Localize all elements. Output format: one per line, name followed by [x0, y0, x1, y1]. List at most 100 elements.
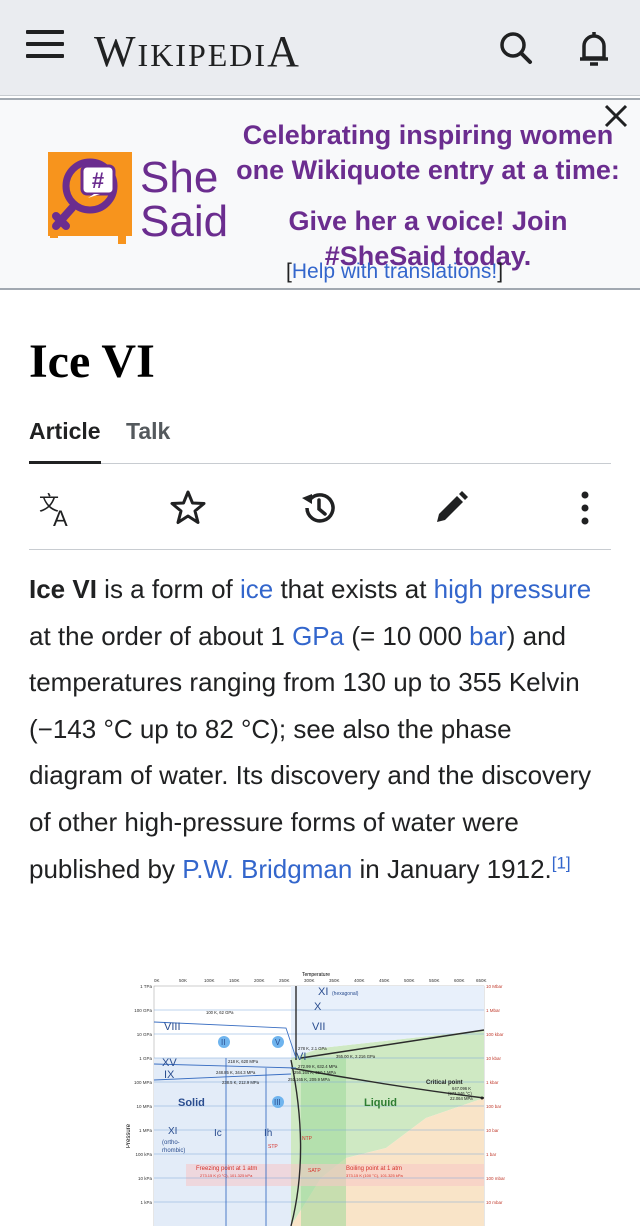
phase-ih: Ih	[264, 1128, 272, 1139]
bell-icon[interactable]	[574, 28, 614, 68]
svg-text:10 mbar: 10 mbar	[486, 1200, 503, 1205]
link-bar[interactable]: bar	[469, 621, 507, 651]
svg-text:100 mbar: 100 mbar	[486, 1176, 506, 1181]
svg-text:1 TPa: 1 TPa	[140, 984, 152, 989]
boiling-point-value: 373.15 K (100 °C), 101.325 kPa	[346, 1173, 404, 1178]
boiling-point-label: Boiling point at 1 atm	[346, 1166, 402, 1172]
page-actions: 文A	[29, 476, 611, 550]
phase-iii: III	[274, 1098, 281, 1107]
svg-text:10 kPa: 10 kPa	[138, 1176, 153, 1181]
star-icon[interactable]	[168, 488, 208, 528]
phase-rhombic: rhombic)	[162, 1148, 185, 1154]
article-paragraph: Ice VI is a form of ice that exists at h…	[29, 574, 592, 884]
phase-solid: Solid	[178, 1097, 205, 1109]
point-248k: 248.85 K, 344.3 MPa	[216, 1070, 256, 1075]
phase-x: X	[314, 1001, 322, 1013]
svg-text:10 GPa: 10 GPa	[137, 1032, 153, 1037]
top-header: WIKIPEDIA	[0, 0, 640, 96]
banner-line-2: one Wikiquote entry at a time:	[236, 155, 620, 185]
svg-text:10 bar: 10 bar	[486, 1128, 499, 1133]
wikipedia-wordmark[interactable]: WIKIPEDIA	[94, 26, 301, 77]
banner-line-1: Celebrating inspiring women	[242, 120, 614, 150]
tab-talk[interactable]: Talk	[126, 418, 170, 464]
phase-xi-ortho: XI	[168, 1126, 177, 1137]
svg-text:1 Mbar: 1 Mbar	[486, 1008, 501, 1013]
svg-text:500K: 500K	[404, 978, 415, 983]
svg-text:150K: 150K	[229, 978, 240, 983]
tab-article[interactable]: Article	[29, 418, 101, 464]
language-icon[interactable]: 文A	[37, 488, 77, 531]
svg-text:1 bar: 1 bar	[486, 1152, 497, 1157]
she-said-logo[interactable]: # She Said	[44, 150, 244, 250]
phase-xv: XV	[162, 1057, 177, 1069]
phase-diagram-image[interactable]: Temperature Pressure 0K 50K 100K 150K 200K…	[126, 968, 510, 1226]
svg-text:650K: 650K	[476, 978, 487, 983]
reference-link[interactable]: [1]	[552, 853, 571, 872]
svg-text:400K: 400K	[354, 978, 365, 983]
svg-text:1 GPa: 1 GPa	[139, 1056, 152, 1061]
edit-pencil-icon[interactable]	[431, 488, 471, 528]
link-gpa[interactable]: GPa	[292, 621, 344, 651]
svg-text:1 kbar: 1 kbar	[486, 1080, 499, 1085]
freezing-point-value: 273.15 K (0 °C), 101.325 kPa	[200, 1173, 253, 1178]
phase-v: V	[275, 1038, 281, 1047]
bold-term: Ice VI	[29, 574, 97, 604]
page-tabs: Article Talk	[29, 418, 611, 464]
phase-vii: VII	[312, 1021, 325, 1033]
help-translations: [Help with translations!]	[286, 260, 504, 283]
help-translations-link[interactable]: Help with translations!	[292, 260, 497, 283]
phase-ic: Ic	[214, 1128, 222, 1139]
link-high-pressure[interactable]: high pressure	[434, 574, 592, 604]
svg-text:100K: 100K	[204, 978, 215, 983]
svg-text:0K: 0K	[154, 978, 160, 983]
svg-text:50K: 50K	[179, 978, 187, 983]
more-vertical-icon[interactable]	[565, 488, 605, 528]
svg-text:200K: 200K	[254, 978, 265, 983]
history-icon[interactable]	[299, 488, 339, 528]
logo-text-said: Said	[140, 197, 228, 246]
menu-icon[interactable]	[26, 30, 64, 66]
svg-text:550K: 550K	[429, 978, 440, 983]
svg-text:10 MPa: 10 MPa	[136, 1104, 152, 1109]
point-stp: STP	[268, 1144, 278, 1150]
link-bridgman[interactable]: P.W. Bridgman	[182, 854, 352, 884]
point-satp: SATP	[308, 1168, 321, 1174]
phase-xi-hex: XI	[318, 986, 328, 998]
svg-text:1 MPa: 1 MPa	[139, 1128, 153, 1133]
freezing-point-label: Freezing point at 1 atm	[196, 1166, 257, 1172]
svg-text:10 Mbar: 10 Mbar	[486, 984, 503, 989]
svg-text:600K: 600K	[454, 978, 465, 983]
svg-text:100 kbar: 100 kbar	[486, 1032, 504, 1037]
svg-text:100 kPa: 100 kPa	[135, 1152, 152, 1157]
svg-text:1 kPa: 1 kPa	[140, 1200, 152, 1205]
campaign-banner: # She Said Celebrating inspiring women o…	[0, 98, 640, 290]
svg-text:100 MPa: 100 MPa	[134, 1080, 153, 1085]
point-238k: 238.5 K, 212.9 MPa	[222, 1080, 260, 1085]
phase-ortho: (ortho-	[162, 1140, 180, 1146]
svg-text:300K: 300K	[304, 978, 315, 983]
phase-ix: IX	[164, 1069, 175, 1081]
banner-message: Celebrating inspiring women one Wikiquot…	[228, 118, 628, 274]
search-icon[interactable]	[496, 28, 536, 68]
point-256k: 256.164 K, 350.1 MPa	[294, 1070, 336, 1075]
point-ntp: NTP	[302, 1136, 313, 1142]
point-218k: 218 K, 620 MPa	[228, 1059, 259, 1064]
logo-text-she: She	[140, 153, 218, 202]
svg-text:100 bar: 100 bar	[486, 1104, 502, 1109]
svg-text:250K: 250K	[279, 978, 290, 983]
point-278k: 278 K, 2.1 GPa	[298, 1046, 327, 1051]
point-355k: 355.00 K, 2.216 GPa	[336, 1054, 376, 1059]
svg-text:450K: 450K	[379, 978, 390, 983]
diagram-pressure-label: Pressure	[126, 1123, 132, 1148]
point-100k: 100 K, 62 GPa	[206, 1010, 234, 1015]
page-title: Ice VI	[29, 335, 155, 388]
svg-text:100 GPa: 100 GPa	[134, 1008, 152, 1013]
svg-text:10 kbar: 10 kbar	[486, 1056, 502, 1061]
phase-liquid: Liquid	[364, 1097, 397, 1109]
svg-text:A: A	[53, 506, 68, 528]
phase-viii: VIII	[164, 1021, 181, 1033]
phase-ii: II	[221, 1038, 225, 1047]
svg-text:350K: 350K	[329, 978, 340, 983]
link-ice[interactable]: ice	[240, 574, 273, 604]
point-251k: 251.165 K, 209.9 MPa	[288, 1077, 330, 1082]
